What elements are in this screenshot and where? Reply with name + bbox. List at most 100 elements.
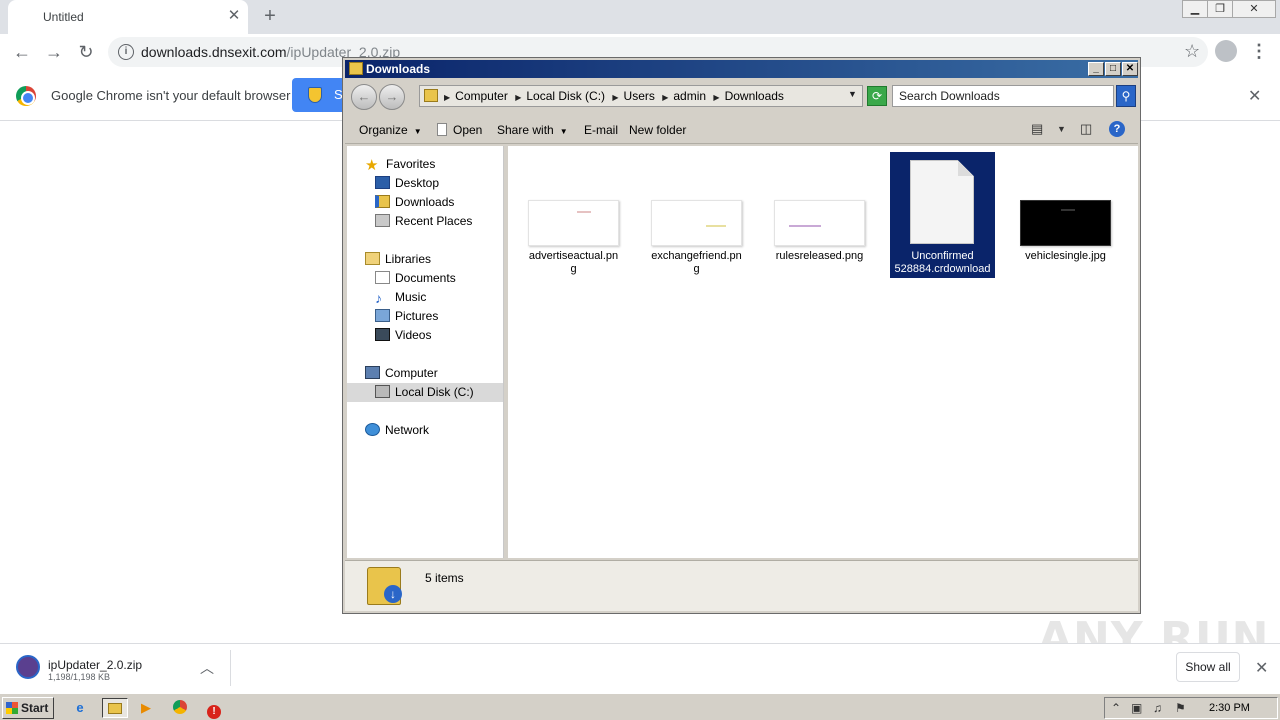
start-label: Start — [21, 701, 49, 715]
share-with-button[interactable]: Share with ▼ — [497, 123, 568, 137]
desktop-icon — [375, 176, 390, 189]
explorer-minimize-button[interactable]: _ — [1088, 62, 1104, 76]
explorer-address-bar[interactable]: ▶ Computer ▶ Local Disk (C:) ▶ Users ▶ admin… — [419, 85, 863, 107]
nav-recent-places[interactable]: Recent Places — [375, 214, 472, 228]
chevron-down-icon: ▼ — [413, 127, 422, 136]
media-player-icon[interactable]: ▶ — [136, 698, 156, 718]
nav-desktop[interactable]: Desktop — [375, 176, 439, 190]
breadcrumb-computer[interactable]: Computer — [455, 89, 508, 103]
file-item-unconfirmed-crdownload[interactable]: Unconfirmed 528884.crdownload — [890, 152, 995, 278]
file-item-vehiclesingle[interactable]: vehiclesingle.jpg — [1013, 152, 1118, 278]
libraries-icon — [365, 252, 380, 265]
nav-network[interactable]: Network — [365, 423, 429, 437]
explorer-title: Downloads — [366, 62, 431, 76]
chrome-taskbar-icon[interactable] — [170, 698, 190, 718]
nav-documents[interactable]: Documents — [375, 271, 456, 285]
file-list: advertiseactual.pn g exchangefriend.pn g r… — [508, 146, 1138, 558]
system-tray: ⌃ ▣ ♫ ⚑ 2:30 PM — [1104, 697, 1278, 719]
preview-pane-icon[interactable]: ◫ — [1080, 121, 1092, 137]
image-thumbnail — [528, 200, 619, 246]
nav-music[interactable]: ♪ Music — [375, 290, 427, 306]
refresh-icon[interactable]: ⟳ — [867, 86, 887, 106]
open-button[interactable]: Open — [437, 123, 482, 137]
breadcrumb-downloads[interactable]: Downloads — [725, 89, 784, 103]
explorer-maximize-button[interactable]: □ — [1105, 62, 1121, 76]
nav-desktop-label: Desktop — [395, 176, 440, 190]
download-file-size: 1,198/1,198 KB — [48, 672, 111, 682]
email-button[interactable]: E-mail — [584, 123, 618, 137]
chrome-logo-icon — [173, 700, 187, 714]
reload-icon[interactable]: ↻ — [74, 40, 98, 64]
file-name-line2: g — [570, 263, 577, 275]
shelf-divider — [230, 650, 231, 686]
view-options-chevron-icon[interactable]: ▼ — [1057, 124, 1066, 134]
nav-favorites-label: Favorites — [386, 157, 436, 171]
site-info-icon[interactable]: i — [118, 44, 134, 60]
organize-button[interactable]: Organize ▼ — [359, 123, 422, 137]
nav-local-disk[interactable]: Local Disk (C:) — [347, 383, 503, 402]
explorer-back-icon[interactable]: ← — [351, 84, 377, 110]
download-file-name[interactable]: ipUpdater_2.0.zip — [48, 658, 142, 672]
nav-computer[interactable]: Computer — [365, 366, 438, 380]
action-center-flag-icon[interactable]: ⚑ — [1175, 701, 1186, 715]
close-window-button[interactable]: ✕ — [1232, 0, 1276, 18]
chrome-menu-icon[interactable]: ⋮ — [1250, 41, 1268, 62]
chevron-down-icon: ▼ — [559, 127, 568, 136]
pictures-icon — [375, 309, 390, 322]
nav-pictures[interactable]: Pictures — [375, 309, 438, 323]
restore-window-button[interactable]: ❐ — [1207, 0, 1233, 18]
chrome-logo-icon — [16, 86, 36, 106]
url-host: downloads.dnsexit.com — [141, 44, 287, 60]
ie-icon[interactable]: e — [70, 698, 90, 718]
new-folder-button[interactable]: New folder — [629, 123, 686, 137]
infobar-message: Google Chrome isn't your default browser — [51, 88, 291, 103]
volume-icon[interactable]: ♫ — [1153, 701, 1162, 715]
search-icon[interactable]: ⚲ — [1116, 85, 1136, 107]
stop-sign-icon[interactable]: ! — [204, 698, 224, 719]
new-tab-button[interactable]: + — [259, 5, 281, 27]
file-item-advertiseactual[interactable]: advertiseactual.pn g — [521, 152, 626, 278]
explorer-close-button[interactable]: ✕ — [1122, 62, 1138, 76]
infobar-close-icon[interactable]: ✕ — [1248, 86, 1261, 106]
help-icon[interactable]: ? — [1109, 121, 1125, 137]
nav-videos[interactable]: Videos — [375, 328, 431, 342]
bookmark-star-icon[interactable]: ☆ — [1184, 41, 1200, 62]
forward-arrow-icon[interactable]: → — [42, 40, 66, 64]
explorer-address-row: ← → ▶ Computer ▶ Local Disk (C:) ▶ Users ▶ a… — [345, 80, 1138, 112]
change-view-icon[interactable]: ▤ — [1031, 121, 1043, 137]
nav-favorites[interactable]: ★ Favorites — [365, 156, 436, 174]
breadcrumb-users[interactable]: Users — [624, 89, 655, 103]
shelf-close-icon[interactable]: ✕ — [1255, 658, 1268, 678]
image-thumbnail — [774, 200, 865, 246]
nav-downloads[interactable]: Downloads — [375, 195, 454, 209]
start-button[interactable]: Start — [2, 697, 54, 719]
show-all-button[interactable]: Show all — [1176, 652, 1240, 682]
breadcrumb: ▶ Computer ▶ Local Disk (C:) ▶ Users ▶ admin… — [444, 89, 784, 103]
organize-label: Organize — [359, 123, 408, 137]
folder-icon — [108, 703, 122, 714]
clock[interactable]: 2:30 PM — [1209, 702, 1250, 714]
windows-logo-icon — [6, 702, 18, 714]
back-arrow-icon[interactable]: ← — [10, 40, 34, 64]
address-dropdown-icon[interactable]: ▼ — [848, 89, 857, 99]
explorer-forward-icon[interactable]: → — [379, 84, 405, 110]
nav-libraries[interactable]: Libraries — [365, 252, 431, 266]
breadcrumb-local-disk[interactable]: Local Disk (C:) — [526, 89, 605, 103]
network-tray-icon[interactable]: ▣ — [1131, 701, 1142, 715]
file-item-rulesreleased[interactable]: rulesreleased.png — [767, 152, 872, 278]
chevron-up-icon[interactable]: ︿ — [200, 658, 214, 678]
breadcrumb-admin[interactable]: admin — [673, 89, 706, 103]
explorer-titlebar[interactable]: Downloads _ □ ✕ — [345, 60, 1138, 78]
tab-close-icon[interactable]: ✕ — [225, 7, 243, 25]
show-hidden-icons-icon[interactable]: ⌃ — [1111, 701, 1121, 715]
videos-icon — [375, 328, 390, 341]
folder-icon — [349, 62, 363, 75]
browser-tab[interactable]: Untitled ✕ — [8, 0, 248, 34]
search-input[interactable]: Search Downloads — [892, 85, 1114, 107]
nav-music-label: Music — [395, 290, 427, 304]
profile-avatar-icon[interactable] — [1215, 40, 1237, 62]
minimize-window-button[interactable]: ▁ — [1182, 0, 1208, 18]
address-folder-icon — [424, 89, 438, 102]
explorer-taskbar-icon[interactable] — [102, 698, 128, 718]
file-item-exchangefriend[interactable]: exchangefriend.pn g — [644, 152, 749, 278]
